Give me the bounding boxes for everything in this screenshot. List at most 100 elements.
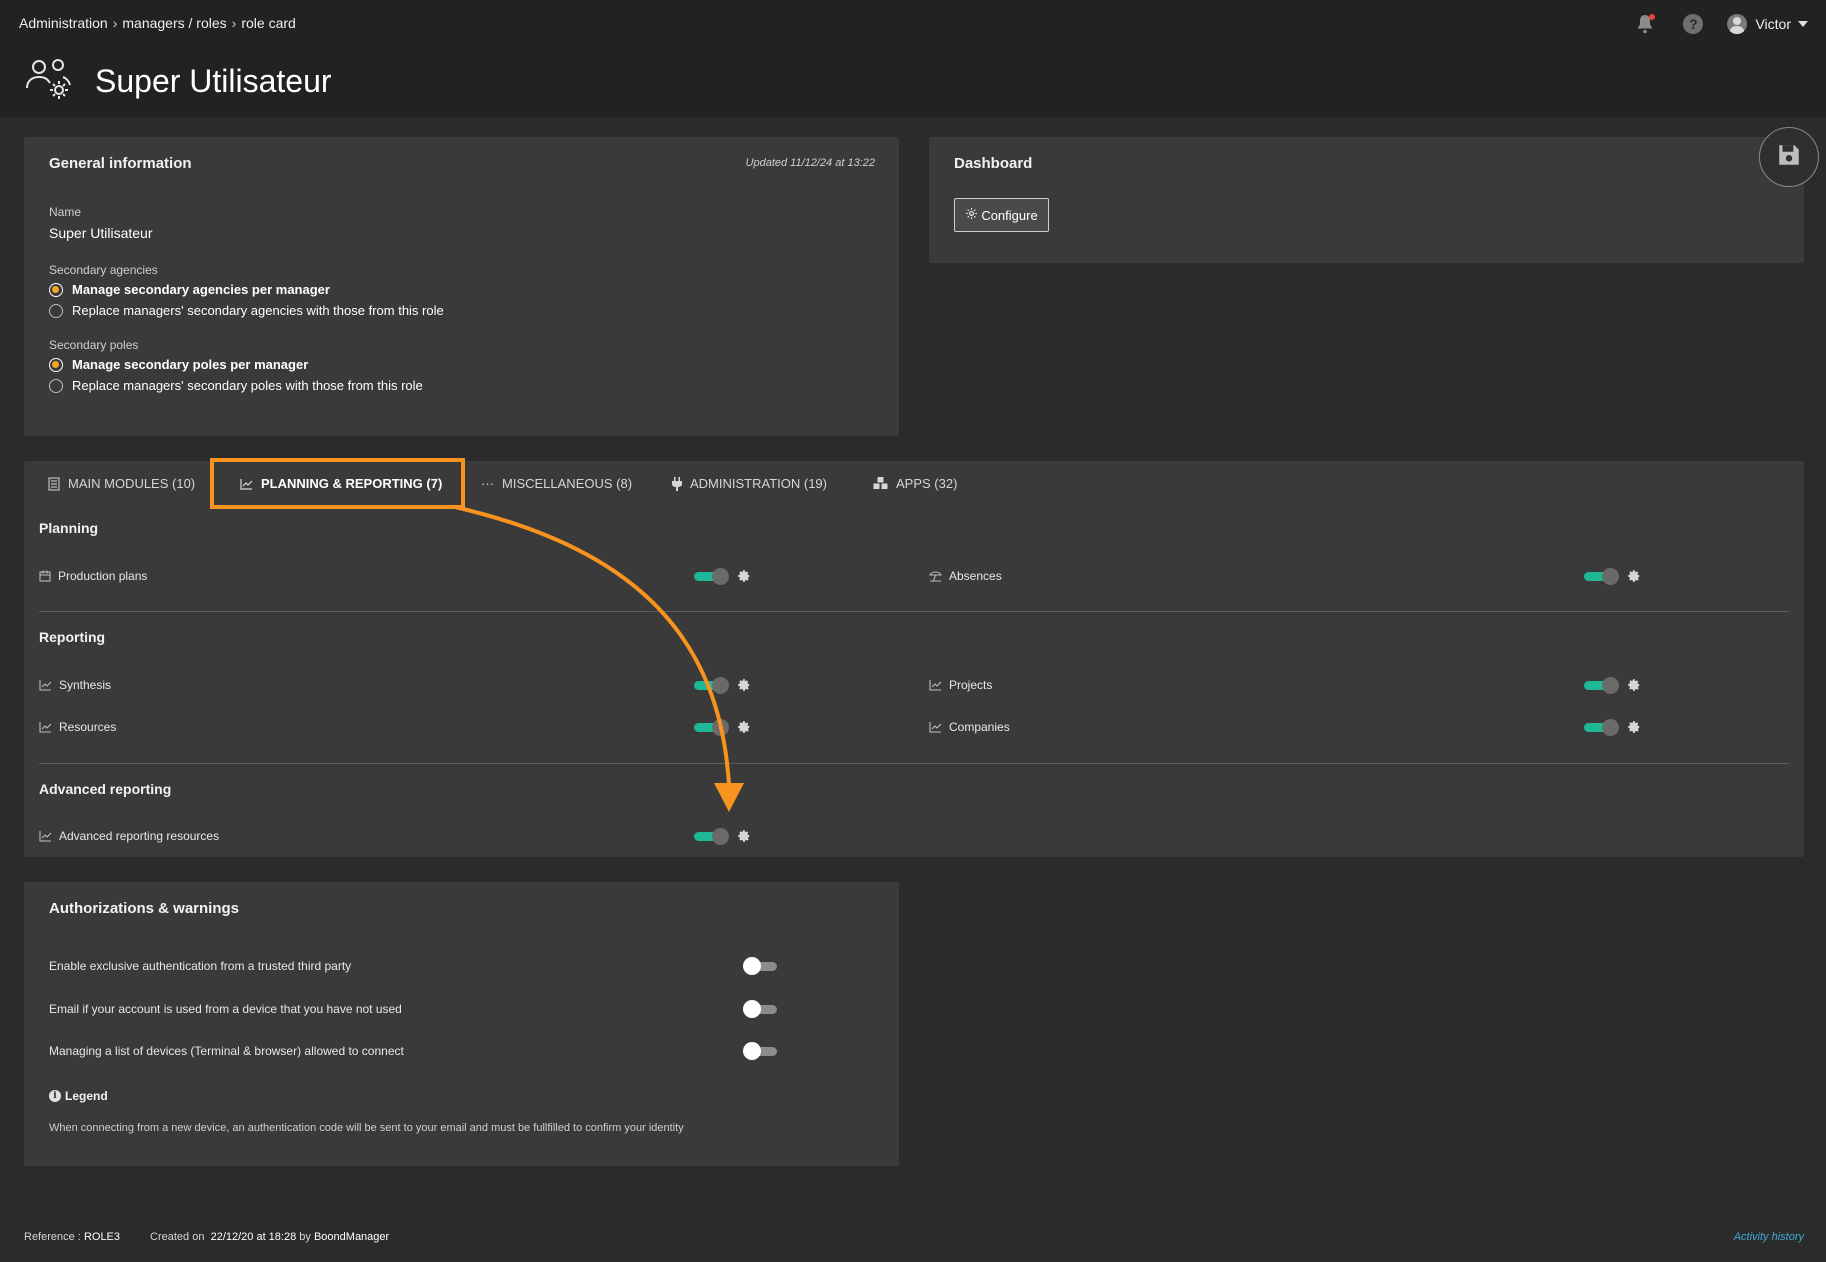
chart-icon [929, 721, 942, 733]
chart-icon [39, 830, 52, 842]
tab-label: MISCELLANEOUS (8) [502, 476, 633, 491]
module-advanced-reporting-resources: Advanced reporting resources [39, 829, 219, 843]
cubes-icon [873, 477, 888, 490]
chart-icon [39, 679, 52, 691]
toggle-resources[interactable] [694, 719, 729, 736]
radio-manage-agencies[interactable]: Manage secondary agencies per manager [49, 282, 330, 297]
settings-cog-icon[interactable] [1627, 678, 1641, 692]
legend-text: When connecting from a new device, an au… [49, 1122, 684, 1134]
page-heading: Super Utilisateur [25, 58, 332, 105]
toggle-email-new-device[interactable] [743, 1000, 777, 1018]
gear-icon [965, 207, 978, 223]
toggle-device-list[interactable] [743, 1042, 777, 1060]
avatar [1727, 14, 1748, 34]
tab-label: ADMINISTRATION (19) [690, 476, 827, 491]
calendar-icon [39, 570, 51, 582]
auth-label: Email if your account is used from a dev… [49, 1002, 402, 1016]
legend-title: i Legend [49, 1089, 108, 1103]
toggle-advanced-reporting-resources[interactable] [694, 828, 729, 845]
toggle-synthesis[interactable] [694, 677, 729, 694]
header-actions: ? Victor [1633, 12, 1808, 36]
module-label: Production plans [58, 569, 148, 583]
auth-label: Enable exclusive authentication from a t… [49, 959, 352, 973]
toggle-trusted-third-party[interactable] [743, 957, 777, 975]
breadcrumb-role-card: role card [241, 15, 296, 31]
breadcrumb-administration[interactable]: Administration [19, 15, 108, 31]
tab-apps[interactable]: APPS (32) [873, 476, 957, 491]
module-synthesis: Synthesis [39, 678, 111, 692]
radio-manage-poles[interactable]: Manage secondary poles per manager [49, 357, 308, 372]
breadcrumb-managers-roles[interactable]: managers / roles [122, 15, 226, 31]
toggle-absences[interactable] [1584, 568, 1619, 585]
module-tabs: MAIN MODULES (10) PLANNING & REPORTING (… [24, 458, 1804, 509]
active-tab-highlight [210, 458, 465, 509]
radio-selected-icon[interactable] [49, 357, 63, 372]
settings-cog-icon[interactable] [737, 829, 751, 843]
radio-label: Replace managers' secondary agencies wit… [72, 303, 444, 318]
tab-label: MAIN MODULES (10) [68, 476, 196, 491]
secondary-poles-label: Secondary poles [49, 338, 139, 352]
tab-main-modules[interactable]: MAIN MODULES (10) [48, 476, 195, 491]
chart-icon [929, 679, 942, 691]
notifications-bell-icon[interactable] [1633, 12, 1657, 36]
module-absences: Absences [929, 569, 1002, 583]
secondary-agencies-label: Secondary agencies [49, 263, 158, 277]
user-name: Victor [1755, 16, 1791, 32]
radio-unselected-icon[interactable] [49, 303, 63, 318]
general-information-panel: General information Updated 11/12/24 at … [24, 137, 899, 436]
created-date: 22/12/20 at 18:28 [210, 1231, 297, 1243]
modules-panel: MAIN MODULES (10) PLANNING & REPORTING (… [24, 458, 1804, 857]
reference-label: Reference : [24, 1231, 81, 1243]
floppy-disk-icon [1776, 142, 1802, 173]
radio-selected-icon[interactable] [49, 282, 63, 297]
auth-label: Managing a list of devices (Terminal & b… [49, 1044, 404, 1058]
radio-unselected-icon[interactable] [49, 378, 63, 393]
module-production-plans: Production plans [39, 569, 147, 583]
chart-icon [39, 721, 52, 733]
module-label: Absences [949, 569, 1002, 583]
info-icon: i [49, 1090, 61, 1102]
radio-label: Manage secondary poles per manager [72, 357, 309, 372]
reference-value: ROLE3 [83, 1231, 121, 1243]
toggle-production-plans[interactable] [694, 568, 729, 585]
module-companies: Companies [929, 720, 1010, 734]
chevron-down-icon [1798, 21, 1808, 27]
settings-cog-icon[interactable] [737, 569, 751, 583]
top-header: Administration › managers / roles › role car… [0, 0, 1826, 117]
radio-replace-poles[interactable]: Replace managers' secondary poles with t… [49, 378, 423, 393]
section-divider [39, 763, 1789, 764]
toggle-companies[interactable] [1584, 719, 1619, 736]
plug-icon [672, 476, 682, 491]
configure-button[interactable]: Configure [954, 198, 1049, 232]
module-label: Companies [949, 720, 1010, 734]
users-cog-icon [25, 58, 73, 105]
save-button[interactable] [1759, 127, 1819, 187]
chevron-right-icon: › [231, 15, 237, 31]
tab-label: APPS (32) [896, 476, 958, 491]
radio-replace-agencies[interactable]: Replace managers' secondary agencies wit… [49, 303, 444, 318]
chevron-right-icon: › [112, 15, 118, 31]
toggle-projects[interactable] [1584, 677, 1619, 694]
activity-history-link[interactable]: Activity history [1734, 1231, 1804, 1243]
tab-administration[interactable]: ADMINISTRATION (19) [672, 476, 827, 491]
module-label: Projects [949, 678, 993, 692]
dashboard-panel: Dashboard Configure [929, 137, 1804, 263]
legend-label: Legend [65, 1089, 108, 1103]
module-label: Synthesis [59, 678, 112, 692]
dots-icon: ··· [481, 476, 494, 491]
beach-umbrella-icon [929, 570, 942, 582]
panel-title: Authorizations & warnings [49, 900, 240, 917]
file-icon [48, 476, 60, 491]
settings-cog-icon[interactable] [1627, 569, 1641, 583]
footer-meta: Reference : ROLE3 Created on 22/12/20 at… [24, 1231, 389, 1243]
settings-cog-icon[interactable] [1627, 720, 1641, 734]
name-label: Name [49, 205, 82, 219]
name-value[interactable]: Super Utilisateur [49, 225, 153, 241]
authorizations-panel: Authorizations & warnings Enable exclusi… [24, 882, 899, 1166]
settings-cog-icon[interactable] [737, 720, 751, 734]
settings-cog-icon[interactable] [737, 678, 751, 692]
user-menu[interactable]: Victor [1727, 14, 1808, 34]
radio-label: Manage secondary agencies per manager [72, 282, 330, 297]
tab-miscellaneous[interactable]: ··· MISCELLANEOUS (8) [481, 476, 632, 491]
help-icon[interactable]: ? [1683, 14, 1704, 34]
